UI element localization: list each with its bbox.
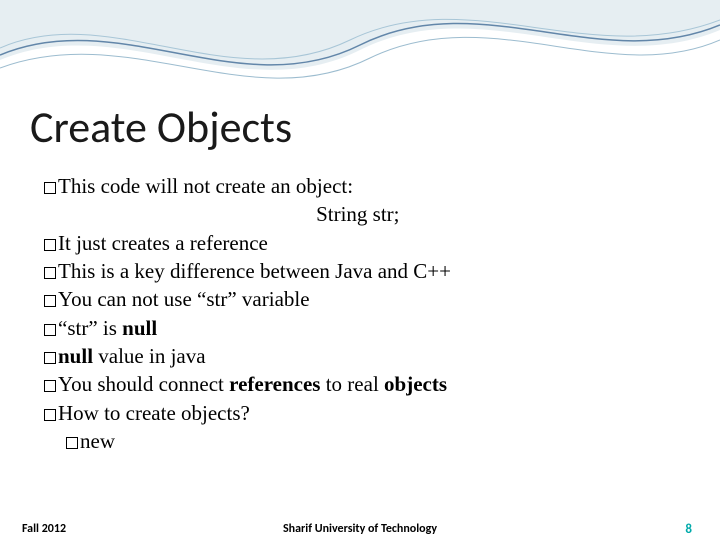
bullet-icon <box>44 409 56 421</box>
body-line: You can not use “str” variable <box>58 287 310 311</box>
bullet-icon <box>66 437 78 449</box>
body-line: You should connect <box>58 372 229 396</box>
bullet-icon <box>44 267 56 279</box>
body-line: It just creates a reference <box>58 231 268 255</box>
body-line: to real <box>320 372 384 396</box>
body-bold: references <box>229 372 320 396</box>
slide-title: Create Objects <box>30 100 690 154</box>
body-sub-line: new <box>80 429 115 453</box>
body-line: This code will not create an object: <box>58 174 353 198</box>
body-line: “str” is <box>58 316 122 340</box>
body-bold: null <box>122 316 157 340</box>
bullet-icon <box>44 380 56 392</box>
body-bold: objects <box>384 372 447 396</box>
footer-center: Sharif University of Technology <box>0 522 720 536</box>
bullet-icon <box>44 352 56 364</box>
code-line: String str; <box>164 200 552 228</box>
body-bold: null <box>58 344 93 368</box>
bullet-icon <box>44 182 56 194</box>
slide-body: This code will not create an object: Str… <box>30 172 690 455</box>
bullet-icon <box>44 324 56 336</box>
bullet-icon <box>44 239 56 251</box>
body-line: How to create objects? <box>58 401 250 425</box>
bullet-icon <box>44 295 56 307</box>
slide-number: 8 <box>685 522 692 537</box>
body-line: This is a key difference between Java an… <box>58 259 451 283</box>
body-line: value in java <box>93 344 206 368</box>
